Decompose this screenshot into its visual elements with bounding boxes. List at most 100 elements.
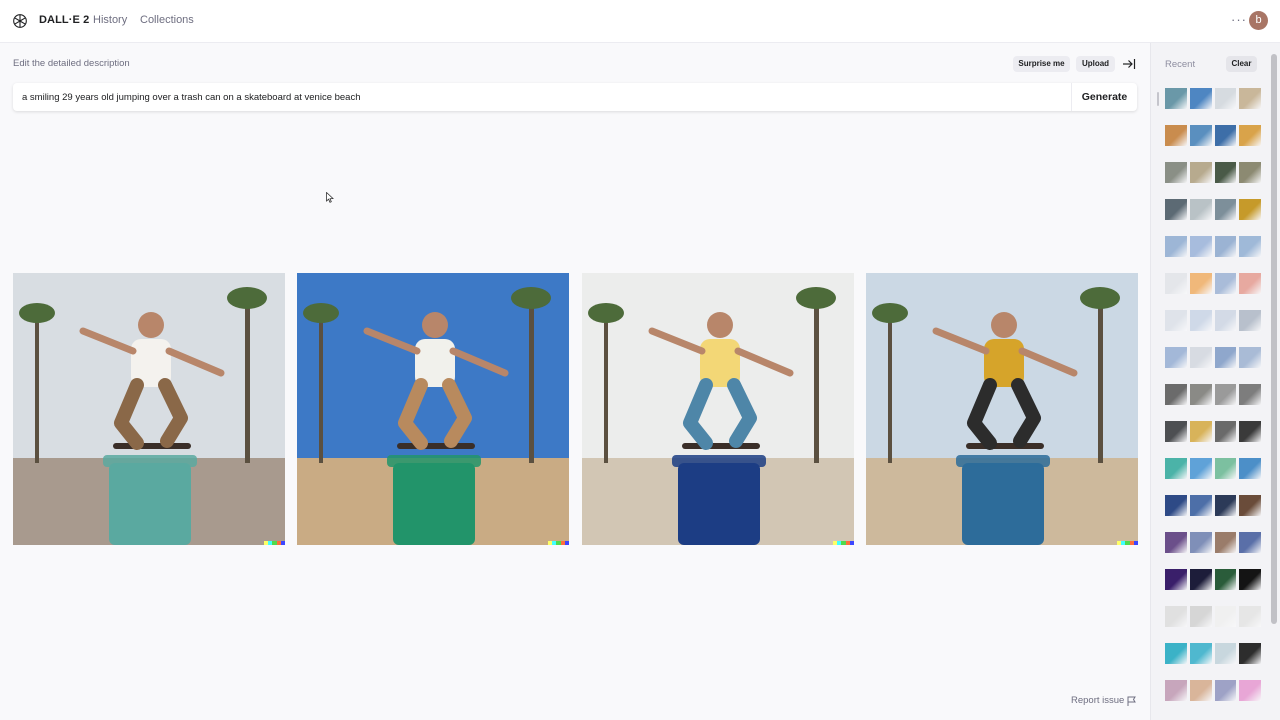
recent-thumbnail[interactable]	[1189, 310, 1212, 331]
recent-thumbnail[interactable]	[1214, 199, 1237, 220]
selected-indicator	[1157, 92, 1159, 106]
recent-thumbnail[interactable]	[1214, 532, 1237, 553]
recent-thumbnail[interactable]	[1214, 236, 1237, 257]
more-options-icon[interactable]: ···	[1231, 12, 1247, 27]
recent-thumbnail[interactable]	[1214, 162, 1237, 183]
recent-thumbnail[interactable]	[1189, 495, 1212, 516]
user-avatar[interactable]: b	[1249, 11, 1268, 30]
recent-thumbnail[interactable]	[1239, 532, 1261, 553]
recent-thumbnail[interactable]	[1165, 458, 1187, 479]
recent-thumbnail[interactable]	[1189, 347, 1212, 368]
upload-button[interactable]: Upload	[1076, 56, 1115, 72]
recent-thumbnail[interactable]	[1214, 680, 1237, 701]
recent-thumbnail[interactable]	[1165, 236, 1187, 257]
recent-thumbnail[interactable]	[1214, 384, 1237, 405]
brand-title[interactable]: DALL·E 2	[39, 14, 89, 26]
recent-row	[1165, 495, 1261, 532]
recent-thumbnail[interactable]	[1239, 421, 1261, 442]
recent-thumbnail[interactable]	[1214, 310, 1237, 331]
recent-thumbnail[interactable]	[1165, 199, 1187, 220]
recent-row	[1165, 421, 1261, 458]
recent-thumbnail[interactable]	[1239, 680, 1261, 701]
recent-thumbnail[interactable]	[1239, 236, 1261, 257]
recent-thumbnail[interactable]	[1189, 199, 1212, 220]
generated-image-1[interactable]	[13, 273, 285, 545]
recent-thumbnail[interactable]	[1214, 458, 1237, 479]
recent-thumbnail[interactable]	[1214, 421, 1237, 442]
recent-thumbnail[interactable]	[1165, 421, 1187, 442]
recent-thumbnail[interactable]	[1189, 421, 1212, 442]
recent-thumbnail[interactable]	[1189, 569, 1212, 590]
recent-thumbnail[interactable]	[1214, 495, 1237, 516]
prompt-input-box[interactable]: a smiling 29 years old jumping over a tr…	[13, 83, 1137, 111]
recent-thumbnail[interactable]	[1214, 88, 1237, 109]
recent-thumbnail[interactable]	[1165, 680, 1187, 701]
recent-thumbnail[interactable]	[1239, 88, 1261, 109]
recent-thumbnail[interactable]	[1239, 273, 1261, 294]
recent-row	[1165, 273, 1261, 310]
recent-thumbnail[interactable]	[1214, 273, 1237, 294]
recent-thumbnail[interactable]	[1239, 125, 1261, 146]
recent-thumbnail[interactable]	[1189, 643, 1212, 664]
recent-thumbnail[interactable]	[1189, 384, 1212, 405]
collapse-sidebar-icon[interactable]	[1122, 58, 1136, 70]
recent-thumbnail[interactable]	[1239, 606, 1261, 627]
recent-thumbnail[interactable]	[1189, 273, 1212, 294]
recent-row	[1165, 384, 1261, 421]
generated-image-2[interactable]	[297, 273, 569, 545]
recent-thumbnail[interactable]	[1189, 88, 1212, 109]
recent-thumbnail[interactable]	[1239, 347, 1261, 368]
recent-thumbnail[interactable]	[1239, 458, 1261, 479]
openai-logo-icon[interactable]	[12, 13, 28, 29]
recent-thumbnail[interactable]	[1165, 273, 1187, 294]
recent-thumbnail[interactable]	[1165, 569, 1187, 590]
surprise-me-button[interactable]: Surprise me	[1013, 56, 1070, 72]
report-issue-link[interactable]: Report issue	[1071, 695, 1124, 706]
dalle-signature	[264, 541, 285, 545]
recent-thumbnail[interactable]	[1239, 310, 1261, 331]
recent-thumbnail[interactable]	[1165, 532, 1187, 553]
recent-thumbnail[interactable]	[1239, 384, 1261, 405]
recent-thumbnail[interactable]	[1239, 199, 1261, 220]
recent-row	[1165, 199, 1261, 236]
recent-thumbnail[interactable]	[1189, 162, 1212, 183]
generated-image-3[interactable]	[582, 273, 854, 545]
recent-sidebar: Recent Clear	[1150, 43, 1280, 720]
recent-thumbnail[interactable]	[1165, 162, 1187, 183]
flag-icon[interactable]	[1127, 696, 1136, 706]
recent-thumbnail[interactable]	[1214, 347, 1237, 368]
recent-thumbnail[interactable]	[1189, 606, 1212, 627]
recent-thumbnail[interactable]	[1165, 643, 1187, 664]
recent-thumbnail[interactable]	[1239, 495, 1261, 516]
recent-thumbnail[interactable]	[1165, 495, 1187, 516]
recent-thumbnail[interactable]	[1239, 162, 1261, 183]
recent-thumbnail[interactable]	[1239, 643, 1261, 664]
recent-thumbnail[interactable]	[1189, 125, 1212, 146]
recent-thumbnail[interactable]	[1189, 532, 1212, 553]
recent-row	[1165, 532, 1261, 569]
nav-history-link[interactable]: History	[93, 14, 127, 26]
sidebar-scrollbar[interactable]	[1271, 54, 1277, 624]
top-navbar: DALL·E 2 History Collections ··· b	[0, 0, 1280, 43]
recent-thumbnail[interactable]	[1165, 310, 1187, 331]
recent-thumbnail[interactable]	[1189, 458, 1212, 479]
recent-thumbnail[interactable]	[1165, 125, 1187, 146]
recent-row	[1165, 236, 1261, 273]
recent-thumbnail[interactable]	[1165, 347, 1187, 368]
recent-thumbnail[interactable]	[1165, 88, 1187, 109]
recent-thumbnail[interactable]	[1165, 384, 1187, 405]
recent-thumbnail[interactable]	[1214, 643, 1237, 664]
recent-thumbnail[interactable]	[1189, 680, 1212, 701]
recent-thumbnail[interactable]	[1239, 569, 1261, 590]
recent-row	[1165, 606, 1261, 643]
nav-collections-link[interactable]: Collections	[140, 14, 194, 26]
recent-thumbnail[interactable]	[1189, 236, 1212, 257]
recent-thumbnail[interactable]	[1214, 569, 1237, 590]
recent-thumbnail[interactable]	[1214, 125, 1237, 146]
clear-history-button[interactable]: Clear	[1226, 56, 1257, 72]
recent-thumbnail[interactable]	[1165, 606, 1187, 627]
prompt-input[interactable]: a smiling 29 years old jumping over a tr…	[22, 92, 361, 103]
recent-thumbnail[interactable]	[1214, 606, 1237, 627]
generated-image-4[interactable]	[866, 273, 1138, 545]
generate-button[interactable]: Generate	[1072, 83, 1137, 111]
